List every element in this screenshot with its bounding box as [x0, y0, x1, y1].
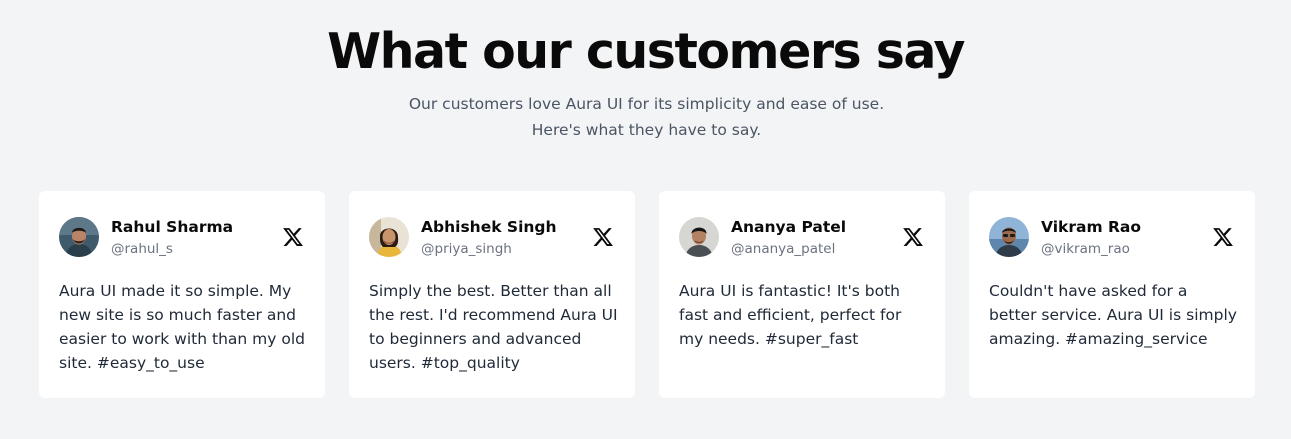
- testimonial-card: Ananya Patel @ananya_patel Aura UI is fa…: [659, 191, 945, 398]
- x-logo-icon[interactable]: [1212, 226, 1234, 248]
- author-name: Vikram Rao: [1041, 218, 1142, 236]
- author-name: Abhishek Singh: [421, 218, 557, 236]
- x-logo-icon[interactable]: [902, 226, 924, 248]
- testimonial-quote: Aura UI is fantastic! It's both fast and…: [679, 282, 902, 348]
- avatar: [989, 217, 1029, 257]
- x-logo-icon[interactable]: [282, 226, 304, 248]
- testimonial-quote: Simply the best. Better than all the res…: [369, 282, 618, 372]
- testimonial-card: Rahul Sharma @rahul_s Aura UI made it so…: [39, 191, 325, 398]
- avatar: [369, 217, 409, 257]
- x-logo-icon[interactable]: [592, 226, 614, 248]
- testimonial-cards: Rahul Sharma @rahul_s Aura UI made it so…: [39, 191, 1255, 398]
- author-name: Rahul Sharma: [111, 218, 234, 236]
- testimonial-card: Vikram Rao @vikram_rao Couldn't have ask…: [969, 191, 1255, 398]
- author-handle: @vikram_rao: [1041, 241, 1130, 257]
- testimonials-section: What our customers say Our customers lov…: [0, 0, 1291, 439]
- avatar: [59, 217, 99, 257]
- testimonial-quote: Aura UI made it so simple. My new site i…: [59, 282, 305, 372]
- author-handle: @priya_singh: [421, 241, 512, 257]
- testimonial-card: Abhishek Singh @priya_singh Simply the b…: [349, 191, 635, 398]
- author-handle: @ananya_patel: [731, 241, 836, 257]
- section-title: What our customers say: [327, 23, 965, 80]
- avatar: [679, 217, 719, 257]
- testimonial-quote: Couldn't have asked for a better service…: [989, 282, 1237, 348]
- author-name: Ananya Patel: [731, 218, 847, 236]
- author-handle: @rahul_s: [111, 241, 173, 257]
- section-subtitle: Our customers love Aura UI for its simpl…: [408, 95, 885, 139]
